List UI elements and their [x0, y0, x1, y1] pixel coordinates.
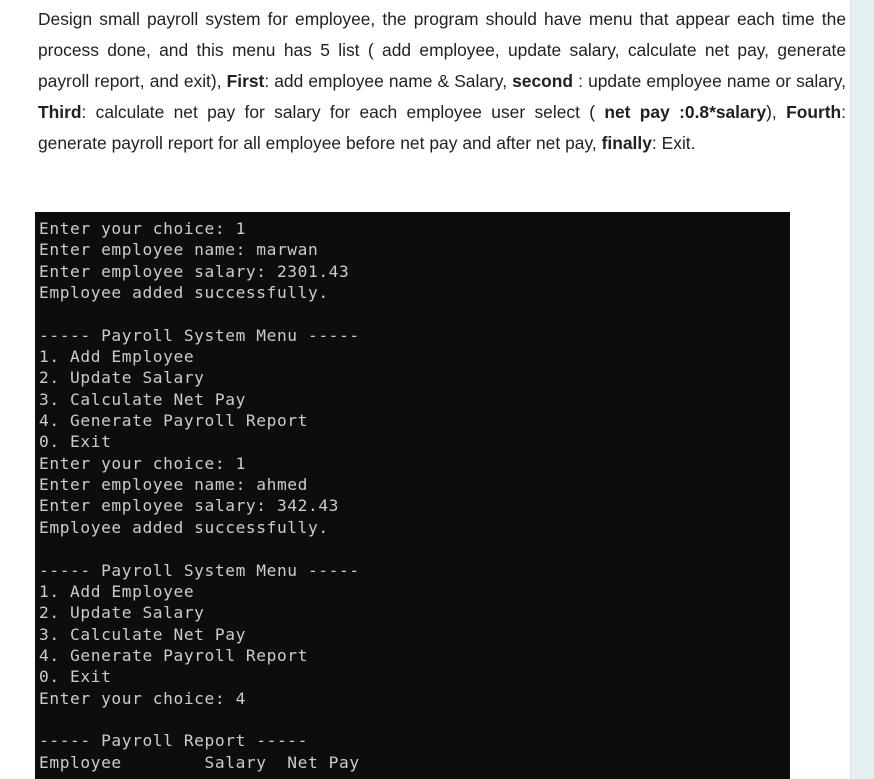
terminal-line: ----- Payroll System Menu ----- — [39, 560, 360, 580]
terminal-console: Enter your choice: 1 Enter employee name:… — [35, 212, 790, 779]
prose-run-bold: Fourth — [786, 102, 842, 122]
terminal-line: 1. Add Employee — [39, 347, 195, 367]
right-margin-strip — [851, 0, 874, 779]
prose-run: : add employee name & Salary, — [264, 71, 513, 91]
terminal-line: 0. Exit — [39, 667, 112, 687]
terminal-line: 0. Exit — [39, 432, 112, 452]
terminal-line: 2. Update Salary — [39, 368, 205, 388]
terminal-line: Enter employee salary: 2301.43 — [39, 261, 350, 281]
terminal-line: Employee added successfully. — [39, 283, 329, 303]
terminal-line: Enter your choice: 1 — [39, 219, 246, 238]
terminal-line: 4. Generate Payroll Report — [39, 645, 308, 665]
prose-run-bold: First — [226, 71, 265, 91]
terminal-output: Enter your choice: 1 Enter employee name:… — [39, 218, 790, 773]
prose-run-bold: second — [512, 71, 574, 91]
terminal-line: 3. Calculate Net Pay — [39, 389, 246, 409]
terminal-line: Enter employee name: marwan — [39, 240, 319, 260]
prose-run: : update employee name or salary, — [573, 71, 846, 91]
prose-run: : calculate net pay for salary for each … — [81, 102, 605, 122]
terminal-line: Enter employee salary: 342.43 — [39, 496, 340, 516]
terminal-line: 3. Calculate Net Pay — [39, 624, 246, 644]
assignment-paragraph: Design small payroll system for employee… — [38, 0, 846, 159]
terminal-line: 4. Generate Payroll Report — [39, 411, 308, 431]
terminal-line: Enter your choice: 1 — [39, 453, 246, 473]
terminal-line: Employee Salary Net Pay — [39, 752, 360, 772]
terminal-line: Employee added successfully. — [39, 517, 329, 537]
terminal-line: ----- Payroll Report ----- — [39, 731, 308, 751]
terminal-line: 1. Add Employee — [39, 581, 195, 601]
prose-run-bold: net pay :0.8*salary — [604, 102, 767, 122]
prose-run-bold: finally — [601, 133, 652, 153]
prose-run-bold: Third — [38, 102, 82, 122]
document-body: Design small payroll system for employee… — [38, 0, 846, 159]
terminal-line: ----- Payroll System Menu ----- — [39, 325, 360, 345]
terminal-line: Enter employee name: ahmed — [39, 475, 308, 495]
prose-run: ), — [766, 102, 787, 122]
prose-run: : Exit. — [651, 133, 696, 153]
terminal-line: 2. Update Salary — [39, 603, 205, 623]
terminal-line: Enter your choice: 4 — [39, 688, 246, 708]
